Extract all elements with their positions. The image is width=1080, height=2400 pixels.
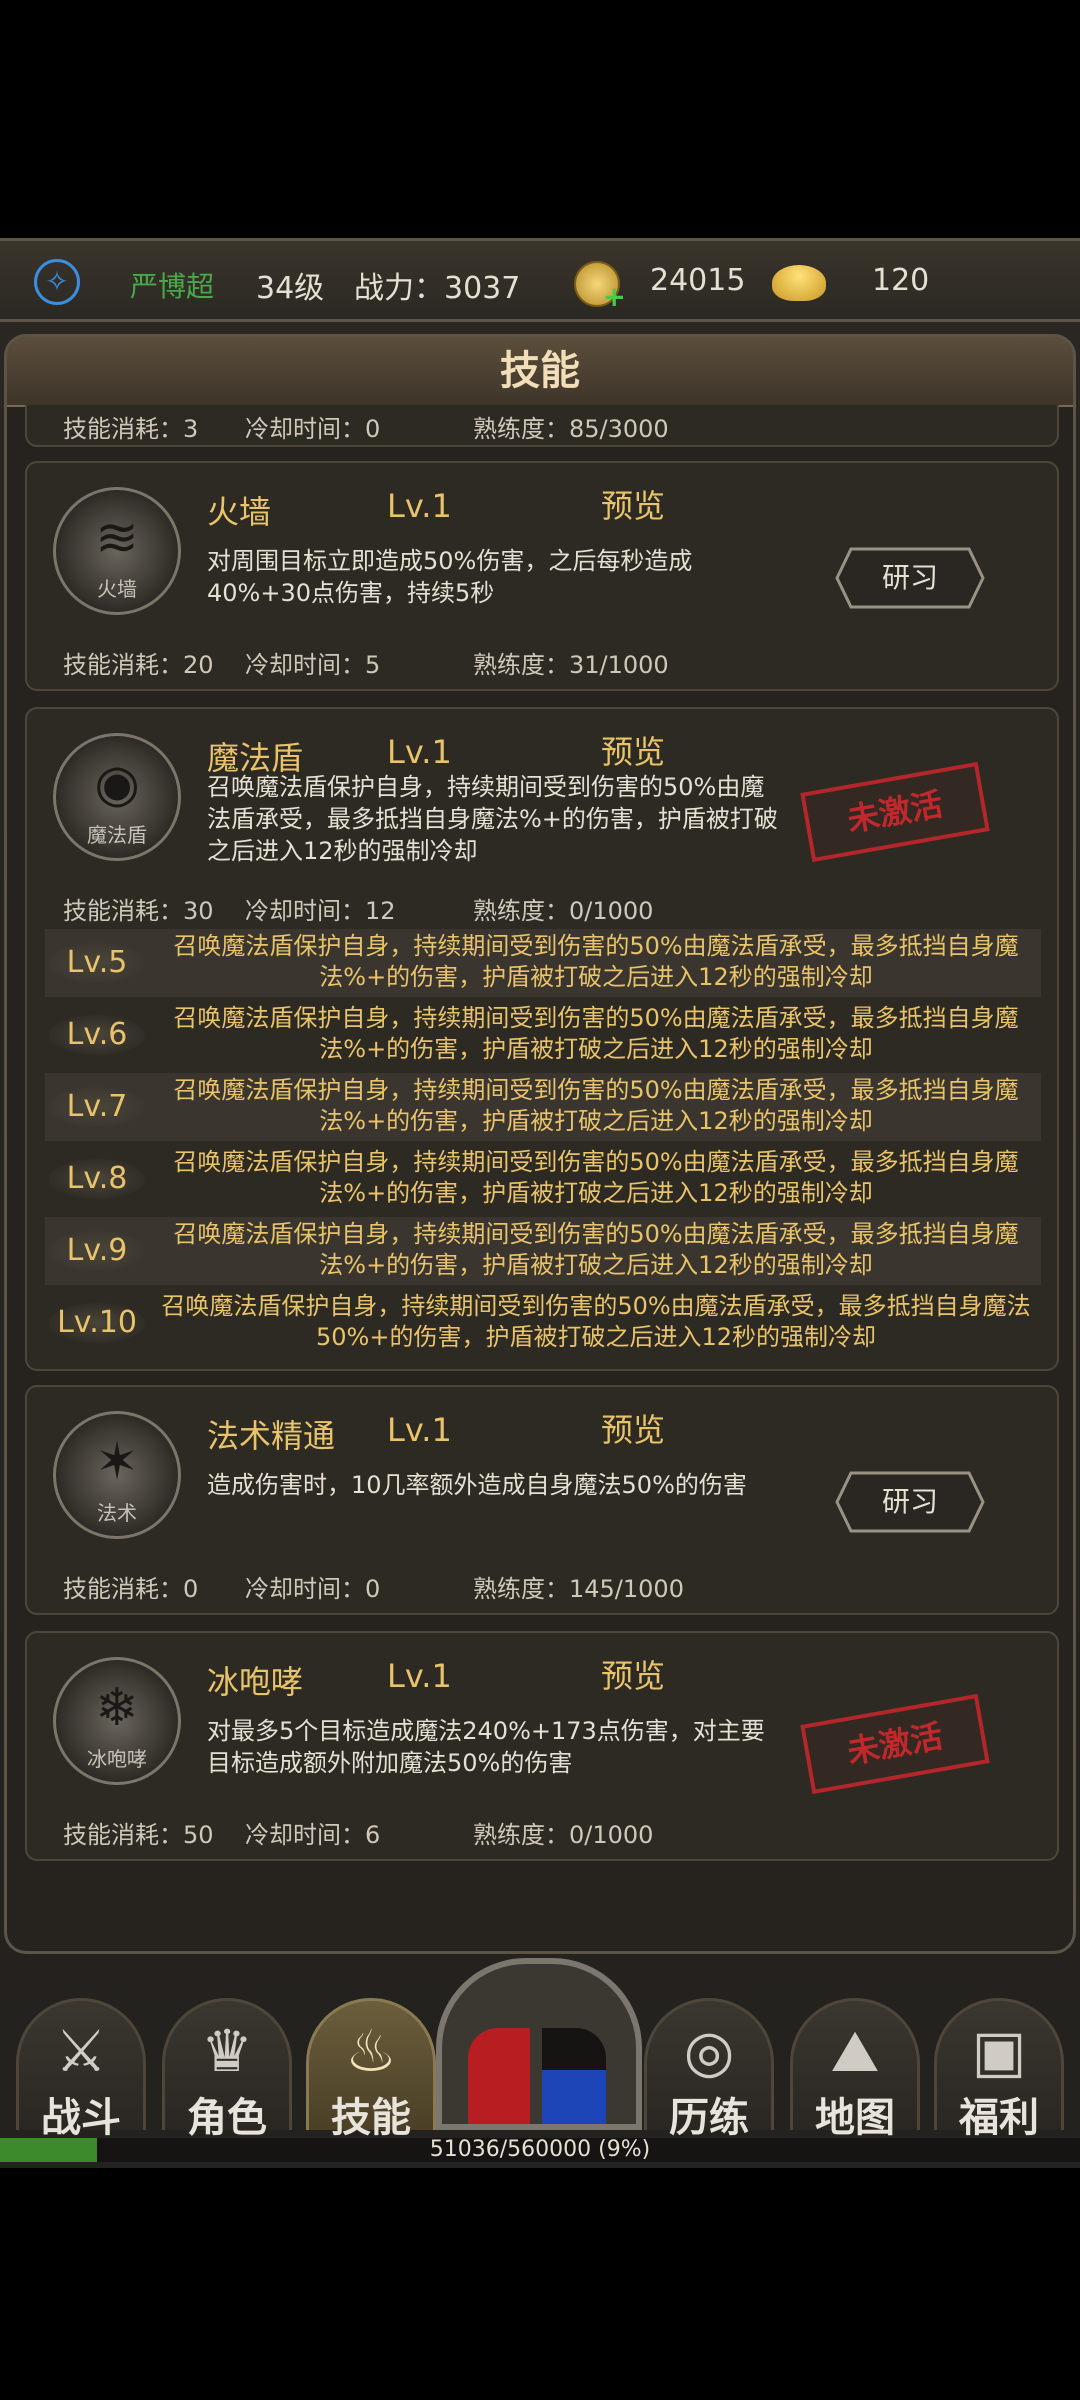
skill-mastery: 熟练度：145/1000 [473,1575,684,1603]
skill-level: Lv.1 [387,733,452,771]
research-button[interactable]: 研习 [835,1471,985,1533]
level-tag: Lv.6 [49,1015,145,1055]
tab-skills[interactable]: ♨ 技能 [306,1998,436,2141]
mp-orb [542,2070,606,2124]
preview-link[interactable]: 预览 [601,727,665,773]
gate-frame [436,1958,642,2130]
player-level: 34级 [256,271,325,306]
tab-welfare[interactable]: ▣ 福利 [934,1998,1064,2141]
skill-mastery: 熟练度：31/1000 [473,651,669,679]
level-description: 召唤魔法盾保护自身，持续期间受到伤害的50%由魔法盾承受，最多抵挡自身魔法%+的… [173,1220,1019,1279]
coin-count: 24015 [650,263,746,298]
crossed-swords-icon: ⚔ [55,2017,107,2085]
skill-cooldown: 冷却时间：6 [245,1821,381,1849]
preview-link[interactable]: 预览 [601,1405,665,1451]
game-screen: ✧ 严博超 34级 战力：3037 24015 120 技能 技能消耗：3 冷却… [0,238,1080,2168]
skill-card-fire-wall: ≋ 火墙 火墙 Lv.1 预览 对周围目标立即造成50%伤害，之后每秒造成40%… [25,461,1059,691]
spell-mastery-icon[interactable]: ✶ 法术 [53,1411,181,1539]
magic-shield-icon[interactable]: ◉ 魔法盾 [53,733,181,861]
level-tag: Lv.10 [49,1303,145,1343]
skill-name: 冰咆哮 [207,1663,304,1701]
skill-cooldown: 冷却时间：0 [245,415,381,443]
level-row: Lv.7 召唤魔法盾保护自身，持续期间受到伤害的50%由魔法盾承受，最多抵挡自身… [45,1073,1041,1141]
level-tag: Lv.7 [49,1087,145,1127]
helmet-icon: ♛ [201,2017,253,2085]
tab-character[interactable]: ♛ 角色 [162,1998,292,2141]
status-bar: ✧ 严博超 34级 战力：3037 24015 120 [0,238,1080,322]
skill-description: 召唤魔法盾保护自身，持续期间受到伤害的50%由魔法盾承受，最多抵挡自身魔法%+的… [207,773,778,865]
snowflake-icon[interactable]: ❄ 冰咆哮 [53,1657,181,1785]
chest-icon: ▣ [971,2017,1027,2085]
level-row: Lv.10 召唤魔法盾保护自身，持续期间受到伤害的50%由魔法盾承受，最多抵挡自… [45,1289,1041,1357]
skill-level: Lv.1 [387,487,452,525]
skill-cost: 技能消耗：20 [63,651,214,679]
skill-description: 对周围目标立即造成50%伤害，之后每秒造成40%+30点伤害，持续5秒 [207,547,693,607]
level-row: Lv.9 召唤魔法盾保护自身，持续期间受到伤害的50%由魔法盾承受，最多抵挡自身… [45,1217,1041,1285]
hp-mp-gate[interactable] [436,1958,642,2130]
skill-description: 造成伤害时，10几率额外造成自身魔法50%的伤害 [207,1471,747,1499]
skill-cost: 技能消耗：30 [63,897,214,925]
level-description: 召唤魔法盾保护自身，持续期间受到伤害的50%由魔法盾承受，最多抵挡自身魔法%+的… [173,1004,1019,1063]
level-description: 召唤魔法盾保护自身，持续期间受到伤害的50%由魔法盾承受，最多抵挡自身魔法%+的… [173,1148,1019,1207]
combat-power: 战力：3037 [354,271,521,306]
skill-card-spell-mastery: ✶ 法术 法术精通 Lv.1 预览 造成伤害时，10几率额外造成自身魔法50%的… [25,1385,1059,1615]
level-row: Lv.5 召唤魔法盾保护自身，持续期间受到伤害的50%由魔法盾承受，最多抵挡自身… [45,929,1041,997]
skill-level: Lv.1 [387,1411,452,1449]
ingot-count: 120 [872,263,930,298]
panel-title: 技能 [7,337,1073,407]
fire-wall-icon[interactable]: ≋ 火墙 [53,487,181,615]
skill-description: 对最多5个目标造成魔法240%+173点伤害，对主要目标造成额外附加魔法50%的… [207,1717,765,1777]
level-tag: Lv.9 [49,1231,145,1271]
skill-cost: 技能消耗：50 [63,1821,214,1849]
skill-panel: 技能 技能消耗：3 冷却时间：0 熟练度：85/3000 ≋ 火墙 火墙 Lv.… [4,334,1076,1954]
preview-link[interactable]: 预览 [601,481,665,527]
gold-ingot-icon [772,265,826,301]
map-pin-icon: ⛰ [830,2017,880,2085]
skill-level: Lv.1 [387,1657,452,1695]
xp-bar: 51036/560000 (9%) [0,2138,1080,2162]
player-name: 严博超 [130,270,215,303]
skill-mastery: 熟练度：0/1000 [473,1821,654,1849]
coin-add-icon[interactable] [574,261,626,313]
tab-map[interactable]: ⛰ 地图 [790,1998,920,2141]
flame-icon: ♨ [345,2017,397,2085]
hp-orb [468,2028,530,2124]
skill-card-ice-roar: ❄ 冰咆哮 冰咆哮 Lv.1 预览 对最多5个目标造成魔法240%+173点伤害… [25,1631,1059,1861]
skill-mastery: 熟练度：0/1000 [473,897,654,925]
level-description: 召唤魔法盾保护自身，持续期间受到伤害的50%由魔法盾承受，最多抵挡自身魔法50%… [161,1292,1031,1351]
level-row: Lv.6 召唤魔法盾保护自身，持续期间受到伤害的50%由魔法盾承受，最多抵挡自身… [45,1001,1041,1069]
preview-link[interactable]: 预览 [601,1651,665,1697]
skill-mastery: 熟练度：85/3000 [473,415,669,443]
level-tag: Lv.8 [49,1159,145,1199]
skill-name: 火墙 [207,493,272,531]
skill-cooldown: 冷却时间：12 [245,897,396,925]
inactive-stamp: 未激活 [800,1693,990,1795]
skill-cooldown: 冷却时间：0 [245,1575,381,1603]
skill-cost: 技能消耗：0 [63,1575,199,1603]
level-description: 召唤魔法盾保护自身，持续期间受到伤害的50%由魔法盾承受，最多抵挡自身魔法%+的… [173,932,1019,991]
level-row: Lv.8 召唤魔法盾保护自身，持续期间受到伤害的50%由魔法盾承受，最多抵挡自身… [45,1145,1041,1213]
skill-card-prev: 技能消耗：3 冷却时间：0 熟练度：85/3000 [25,405,1059,447]
skill-cost: 技能消耗：3 [63,415,199,443]
bottom-nav: ⚔ 战斗 ♛ 角色 ♨ 技能 ◎ 历练 ⛰ 地图 ▣ 福利 [0,1958,1080,2141]
inactive-stamp: 未激活 [800,761,990,863]
xp-text: 51036/560000 (9%) [429,2137,651,2162]
class-emblem-icon[interactable]: ✧ [34,259,80,305]
level-tag: Lv.5 [49,943,145,983]
level-description: 召唤魔法盾保护自身，持续期间受到伤害的50%由魔法盾承受，最多抵挡自身魔法%+的… [173,1076,1019,1135]
tab-training[interactable]: ◎ 历练 [644,1998,774,2141]
swirl-icon: ◎ [683,2017,735,2085]
skill-name: 法术精通 [207,1417,336,1455]
skill-cooldown: 冷却时间：5 [245,651,381,679]
tab-battle[interactable]: ⚔ 战斗 [16,1998,146,2141]
research-button[interactable]: 研习 [835,547,985,609]
